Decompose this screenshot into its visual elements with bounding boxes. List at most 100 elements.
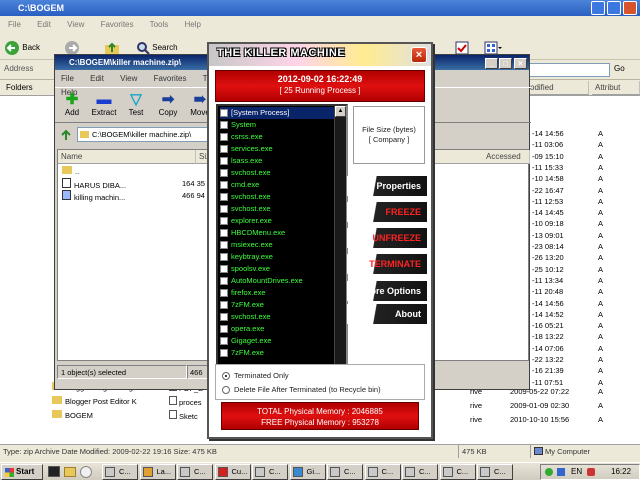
more-options-button[interactable]: More Options — [347, 281, 427, 301]
process-row[interactable]: AutoMountDrives.exe — [220, 275, 334, 287]
checkbox-icon[interactable] — [220, 180, 228, 189]
quicklaunch-icon[interactable] — [80, 466, 92, 478]
checkbox-icon[interactable] — [220, 132, 228, 141]
freeze-button[interactable]: FREEZE — [347, 202, 427, 222]
taskbar-button[interactable]: La... — [139, 464, 176, 480]
checkbox-icon[interactable] — [220, 192, 228, 201]
back-button[interactable]: Back — [4, 39, 54, 57]
zip-close-button[interactable]: × — [514, 58, 527, 69]
checkbox-icon[interactable] — [220, 240, 228, 249]
tray-icon[interactable] — [545, 468, 553, 476]
zip-row-file[interactable]: HARUS DIBA... — [62, 178, 126, 190]
minimize-button[interactable] — [591, 1, 605, 15]
taskbar-button[interactable]: C... — [439, 464, 476, 480]
process-row[interactable]: HBCDMenu.exe — [220, 227, 334, 239]
col-modified[interactable]: odified — [527, 81, 589, 95]
checkbox-icon[interactable] — [220, 300, 228, 309]
terminated-only-option[interactable]: Terminated Only — [222, 370, 289, 382]
test-button[interactable]: ▽ Test — [121, 92, 151, 118]
taskbar-button[interactable]: C... — [364, 464, 401, 480]
scroll-up-icon[interactable]: ▲ — [335, 106, 346, 117]
process-row[interactable]: services.exe — [220, 143, 334, 155]
col-accessed[interactable]: Accessed — [434, 150, 530, 164]
process-row[interactable]: svchost.exe — [220, 167, 334, 179]
process-row[interactable]: msiexec.exe — [220, 239, 334, 251]
process-row[interactable]: keybtray.exe — [220, 251, 334, 263]
zip-row-parent[interactable]: .. — [62, 166, 79, 178]
process-row[interactable]: firefox.exe — [220, 287, 334, 299]
menu-edit[interactable]: Edit — [37, 20, 51, 29]
terminate-button[interactable]: TERMINATE — [347, 254, 427, 274]
taskbar-button[interactable]: C... — [327, 464, 363, 480]
tree-item[interactable]: BOGEM — [52, 410, 93, 422]
checkbox-icon[interactable] — [220, 168, 228, 177]
folder-quicklaunch-icon[interactable] — [64, 467, 76, 477]
tray-icon[interactable] — [557, 468, 565, 476]
process-row[interactable]: Gigaget.exe — [220, 335, 334, 347]
checkbox-icon[interactable] — [220, 264, 228, 273]
taskbar-button[interactable]: Gi... — [289, 464, 326, 480]
zip-menu-favorites[interactable]: Favorites — [154, 74, 187, 83]
tree-item[interactable]: Blogger Post Editor K — [52, 396, 137, 408]
process-row[interactable]: [System Process] — [220, 107, 334, 119]
checkbox-icon[interactable] — [220, 108, 228, 117]
zip-up-icon[interactable] — [59, 128, 73, 142]
list-item[interactable]: Sketc — [169, 410, 198, 422]
checkbox-icon[interactable] — [220, 252, 228, 261]
menu-file[interactable]: File — [8, 20, 21, 29]
taskbar-button[interactable]: C... — [177, 464, 213, 480]
km-close-button[interactable]: × — [411, 47, 427, 63]
process-row[interactable]: 7zFM.exe — [220, 299, 334, 311]
menu-view[interactable]: View — [67, 20, 84, 29]
checkbox-icon[interactable] — [220, 216, 228, 225]
zip-menu-edit[interactable]: Edit — [90, 74, 104, 83]
about-button[interactable]: About — [347, 304, 427, 324]
taskbar-button[interactable]: C... — [477, 464, 513, 480]
list-item[interactable]: proces — [169, 396, 202, 408]
checkbox-icon[interactable] — [220, 276, 228, 285]
process-row[interactable]: svchost.exe — [220, 191, 334, 203]
col-name[interactable]: Name — [58, 150, 196, 164]
taskbar-button[interactable]: C... — [102, 464, 138, 480]
col-attributes[interactable]: Attribut — [592, 81, 640, 95]
zip-path-input[interactable]: C:\BOGEM\killer machine.zip\ — [77, 127, 209, 142]
language-indicator[interactable]: EN — [571, 465, 582, 479]
copy-button[interactable]: ➡ Copy — [153, 92, 183, 118]
taskbar-button[interactable]: C... — [252, 464, 288, 480]
maximize-button[interactable] — [607, 1, 621, 15]
extract-button[interactable]: ▬ Extract — [89, 92, 119, 118]
tray-icon[interactable] — [587, 468, 595, 476]
checkbox-icon[interactable] — [220, 156, 228, 165]
process-list[interactable]: [System Process] System csrss.exe services.… — [216, 104, 348, 394]
process-row[interactable]: System — [220, 119, 334, 131]
process-row[interactable]: svchost.exe — [220, 311, 334, 323]
process-row[interactable]: cmd.exe — [220, 179, 334, 191]
checkbox-icon[interactable] — [220, 288, 228, 297]
menu-tools[interactable]: Tools — [150, 20, 169, 29]
start-button[interactable]: Start — [1, 464, 43, 480]
add-button[interactable]: ✚ Add — [57, 92, 87, 118]
taskbar-button[interactable]: Cu... — [214, 464, 251, 480]
checkbox-icon[interactable] — [220, 120, 228, 129]
address-input-visible[interactable] — [520, 63, 610, 77]
checkbox-icon[interactable] — [220, 144, 228, 153]
zip-row-file[interactable]: killing machin... — [62, 190, 125, 202]
menu-favorites[interactable]: Favorites — [101, 20, 134, 29]
process-row[interactable]: csrss.exe — [220, 131, 334, 143]
process-row[interactable]: lsass.exe — [220, 155, 334, 167]
taskbar-button[interactable]: C... — [402, 464, 438, 480]
unfreeze-button[interactable]: UNFREEZE — [347, 228, 427, 248]
zip-minimize-button[interactable]: _ — [485, 58, 498, 69]
checkbox-icon[interactable] — [220, 312, 228, 321]
process-row[interactable]: spoolsv.exe — [220, 263, 334, 275]
zip-menu-view[interactable]: View — [120, 74, 137, 83]
process-row[interactable]: opera.exe — [220, 323, 334, 335]
zip-maximize-button[interactable]: □ — [499, 58, 512, 69]
close-button[interactable] — [623, 1, 637, 15]
process-row[interactable]: svchost.exe — [220, 203, 334, 215]
process-scrollbar[interactable]: ▲ ▼ — [334, 106, 346, 392]
zip-menu-file[interactable]: File — [61, 74, 74, 83]
go-button[interactable]: Go — [614, 64, 625, 73]
checkbox-icon[interactable] — [220, 348, 228, 357]
properties-button[interactable]: Properties — [347, 176, 427, 196]
